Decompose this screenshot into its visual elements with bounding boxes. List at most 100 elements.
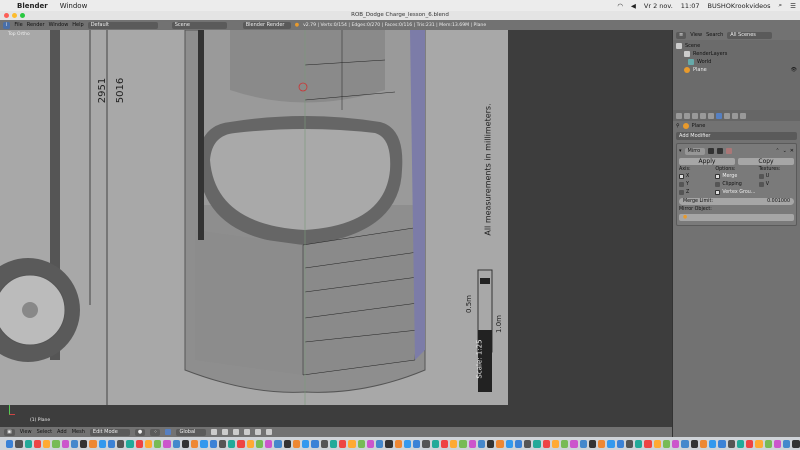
minimize-button[interactable]: [12, 13, 17, 18]
dock-app-icon[interactable]: [718, 439, 726, 448]
dock-app-icon[interactable]: [320, 439, 328, 448]
dock-app-icon[interactable]: [514, 439, 522, 448]
menu-view[interactable]: View: [20, 429, 32, 435]
editor-type-icon[interactable]: ▣: [4, 428, 15, 436]
dock-app-icon[interactable]: [440, 439, 448, 448]
dock-app-icon[interactable]: [533, 439, 541, 448]
merge-limit-field[interactable]: Merge Limit: 0.001000: [679, 198, 794, 205]
dock-app-icon[interactable]: [33, 439, 41, 448]
pivot-select[interactable]: ⁘: [150, 428, 161, 436]
dock-app-icon[interactable]: [15, 439, 23, 448]
manipulator-icon[interactable]: [165, 429, 172, 435]
editor-type-icon[interactable]: ≡: [676, 31, 687, 39]
dock-app-icon[interactable]: [181, 439, 189, 448]
dock-app-icon[interactable]: [792, 439, 800, 448]
dock-app-icon[interactable]: [385, 439, 393, 448]
dock-app-icon[interactable]: [246, 439, 254, 448]
dock-app-icon[interactable]: [579, 439, 587, 448]
close-button[interactable]: [4, 13, 9, 18]
outliner-search-menu[interactable]: Search: [706, 32, 723, 38]
move-down-icon[interactable]: ⌄: [783, 148, 787, 154]
dock-app-icon[interactable]: [487, 439, 495, 448]
texture-u-checkbox[interactable]: U: [758, 173, 794, 180]
remove-icon[interactable]: ✕: [790, 148, 794, 154]
move-up-icon[interactable]: ⌃: [775, 148, 779, 154]
outliner-item-plane[interactable]: Plane 👁: [676, 66, 797, 74]
modifiers-tab-icon[interactable]: [716, 112, 722, 119]
dock-app-icon[interactable]: [468, 439, 476, 448]
dock-app-icon[interactable]: [366, 439, 374, 448]
dock-app-icon[interactable]: [755, 439, 763, 448]
dock-app-icon[interactable]: [524, 439, 532, 448]
menu-add[interactable]: Add: [57, 429, 67, 435]
editmode-toggle-icon[interactable]: [725, 148, 732, 154]
dock-app-icon[interactable]: [80, 439, 88, 448]
render-engine-select[interactable]: Blender Render: [242, 21, 291, 29]
outliner-item-scene[interactable]: Scene: [676, 42, 797, 50]
dock-app-icon[interactable]: [746, 439, 754, 448]
dock-app-icon[interactable]: [348, 439, 356, 448]
texture-tab-icon[interactable]: [740, 112, 746, 119]
face-select-icon[interactable]: [233, 429, 240, 435]
dock-app-icon[interactable]: [228, 439, 236, 448]
dock-app-icon[interactable]: [154, 439, 162, 448]
dock-app-icon[interactable]: [98, 439, 106, 448]
visibility-icon[interactable]: 👁: [791, 66, 797, 74]
dock-app-icon[interactable]: [117, 439, 125, 448]
orientation-select[interactable]: Global: [176, 428, 207, 436]
dock-app-icon[interactable]: [588, 439, 596, 448]
outliner-item-world[interactable]: World: [676, 58, 797, 66]
render-icon[interactable]: [266, 429, 273, 435]
dock-app-icon[interactable]: [292, 439, 300, 448]
world-tab-icon[interactable]: [692, 112, 698, 119]
object-tab-icon[interactable]: [700, 112, 706, 119]
list-icon[interactable]: ☰: [790, 2, 796, 10]
proportional-edit-icon[interactable]: [244, 429, 251, 435]
dock-app-icon[interactable]: [200, 439, 208, 448]
axis-z-checkbox[interactable]: Z: [679, 189, 714, 196]
edge-select-icon[interactable]: [222, 429, 229, 435]
dock-app-icon[interactable]: [653, 439, 661, 448]
viewport-toggle-icon[interactable]: [716, 148, 723, 154]
dock-app-icon[interactable]: [496, 439, 504, 448]
dock-app-icon[interactable]: [672, 439, 680, 448]
dock-app-icon[interactable]: [24, 439, 32, 448]
dock-app-icon[interactable]: [505, 439, 513, 448]
snap-icon[interactable]: [255, 429, 262, 435]
dock-app-icon[interactable]: [329, 439, 337, 448]
dock-app-icon[interactable]: [551, 439, 559, 448]
layout-select[interactable]: Default: [87, 21, 158, 29]
expand-icon[interactable]: ▾: [679, 148, 682, 154]
dock-app-icon[interactable]: [431, 439, 439, 448]
apply-button[interactable]: Apply: [679, 158, 735, 165]
menu-window[interactable]: Window: [60, 2, 88, 10]
dock-app-icon[interactable]: [625, 439, 633, 448]
constraints-tab-icon[interactable]: [708, 112, 714, 119]
dock-app-icon[interactable]: [413, 439, 421, 448]
add-modifier-dropdown[interactable]: Add Modifier: [676, 132, 797, 140]
modifier-name-field[interactable]: Mirro: [684, 147, 705, 155]
dock-app-icon[interactable]: [561, 439, 569, 448]
dock-app-icon[interactable]: [709, 439, 717, 448]
dock-app-icon[interactable]: [357, 439, 365, 448]
dock-app-icon[interactable]: [644, 439, 652, 448]
data-tab-icon[interactable]: [724, 112, 730, 119]
dock-app-icon[interactable]: [422, 439, 430, 448]
merge-checkbox[interactable]: Merge: [715, 173, 757, 180]
dock-app-icon[interactable]: [52, 439, 60, 448]
dock-app-icon[interactable]: [43, 439, 51, 448]
menu-window[interactable]: Window: [49, 22, 69, 28]
dock-app-icon[interactable]: [681, 439, 689, 448]
clock[interactable]: 11:07: [681, 2, 700, 10]
texture-v-checkbox[interactable]: V: [758, 181, 794, 188]
dock-app-icon[interactable]: [283, 439, 291, 448]
wifi-icon[interactable]: ◠: [617, 2, 623, 10]
dock-app-icon[interactable]: [403, 439, 411, 448]
menu-help[interactable]: Help: [72, 22, 83, 28]
dock-app-icon[interactable]: [274, 439, 282, 448]
mode-select[interactable]: Edit Mode: [89, 428, 130, 436]
dock-app-icon[interactable]: [783, 439, 791, 448]
vertex-groups-checkbox[interactable]: Vertex Grou...: [715, 189, 757, 196]
dock-app-icon[interactable]: [450, 439, 458, 448]
outliner-filter-select[interactable]: All Scenes: [727, 31, 773, 39]
